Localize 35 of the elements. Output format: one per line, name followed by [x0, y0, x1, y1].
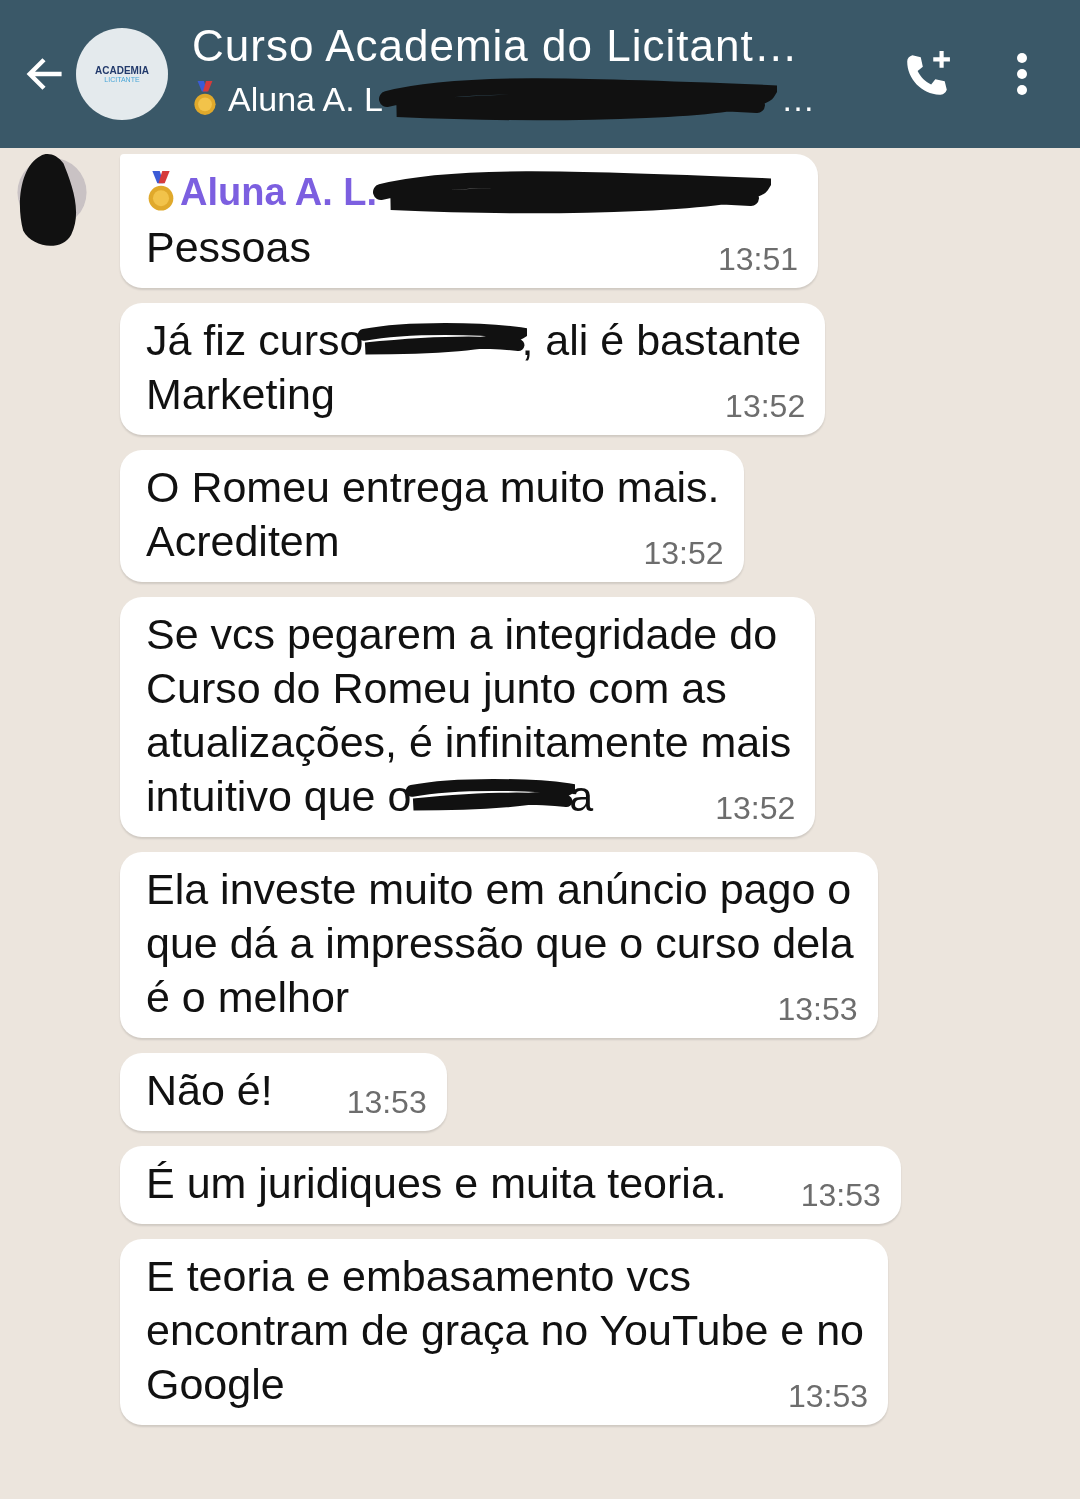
medal-icon: [146, 171, 176, 213]
logo-text: ACADEMIA: [95, 65, 149, 76]
message-text: a: [569, 771, 594, 822]
message-time: 13:53: [800, 1176, 881, 1215]
message-text: , ali é bastante: [521, 315, 802, 366]
message-time: 13:53: [787, 1377, 868, 1416]
message-time: 13:52: [715, 789, 796, 828]
message-text: É um juridiques e muita teoria.: [146, 1158, 727, 1209]
message-time: 13:52: [643, 534, 724, 573]
message-text: atualizações, é infinitamente mais: [146, 717, 792, 768]
message-text: encontram de graça no YouTube e no: [146, 1305, 864, 1356]
message-time: 13:53: [777, 990, 858, 1029]
message-time: 13:52: [725, 387, 806, 426]
message-text: Pessoas: [146, 222, 311, 273]
message-time: 13:53: [346, 1083, 427, 1122]
message-text: E teoria e embasamento vcs: [146, 1251, 691, 1302]
message-text: Se vcs pegarem a integridade do: [146, 609, 778, 660]
message-text: Já fiz curso: [146, 315, 364, 366]
medal-icon: [192, 81, 218, 117]
message-text: que dá a impressão que o curso dela: [146, 918, 854, 969]
message-text: é o melhor: [146, 972, 350, 1023]
participants-text: Aluna A. L: [228, 79, 383, 119]
message-text: Marketing: [146, 369, 335, 420]
message-text: Acreditem: [146, 516, 340, 567]
message-text: Não é!: [146, 1065, 273, 1116]
menu-icon[interactable]: [1016, 52, 1028, 96]
message-text: Curso do Romeu junto com as: [146, 663, 727, 714]
message-text: Ela investe muito em anúncio pago o: [146, 864, 852, 915]
participants-text: …: [781, 79, 815, 119]
message-text: intuitivo que o: [146, 771, 412, 822]
message-text: O Romeu entrega muito mais.: [146, 462, 720, 513]
message-time: 13:51: [717, 240, 798, 279]
chat-title[interactable]: Curso Academia do Licitant…: [192, 21, 882, 71]
sender-name: Aluna A. L.: [180, 170, 378, 214]
message-text: Google: [146, 1359, 285, 1410]
